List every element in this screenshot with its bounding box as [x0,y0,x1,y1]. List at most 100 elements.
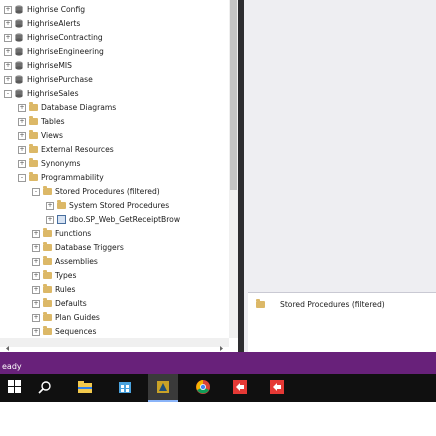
tree-node[interactable]: - Stored Procedures (filtered) [0,186,229,198]
tree-node[interactable]: + Highrise Config [0,4,229,16]
expand-icon[interactable]: + [4,76,12,84]
expand-icon[interactable]: + [32,314,40,322]
database-icon [15,19,23,28]
folder-icon [43,228,52,237]
red-app-button-2[interactable] [262,374,292,402]
tree-node[interactable]: - HighriseSales [0,88,229,100]
vertical-scroll-thumb[interactable] [230,0,237,190]
folder-icon [43,284,52,293]
expand-icon[interactable]: + [32,300,40,308]
tree-node-label: External Resources [41,145,114,154]
details-list: Stored Procedures (filtered) [248,292,436,353]
scroll-right-icon[interactable] [220,346,223,351]
scroll-left-icon[interactable] [6,346,9,351]
tree-node[interactable]: + Types [0,270,229,282]
database-icon [15,61,23,70]
tree-node[interactable]: + Rules [0,284,229,296]
folder-icon [29,172,38,181]
tree-node[interactable]: - Programmability [0,172,229,184]
red-app-icon [270,380,284,394]
database-icon [15,75,23,84]
folder-icon [43,270,52,279]
tree-node[interactable]: + System Stored Procedures [0,200,229,212]
expand-icon[interactable]: + [32,328,40,336]
sql-server-management-studio-button[interactable] [148,374,178,402]
details-item-label: Stored Procedures (filtered) [280,300,385,309]
expand-icon[interactable]: + [18,160,26,168]
tree-node[interactable]: + External Resources [0,144,229,156]
file-explorer-button[interactable] [70,374,100,402]
tree-node-label: Plan Guides [55,313,100,322]
search-button[interactable] [30,374,60,402]
tree-node[interactable]: + Plan Guides [0,312,229,324]
tree-node-label: Tables [41,117,65,126]
collapse-icon[interactable]: - [4,90,12,98]
expand-icon[interactable]: + [46,202,54,210]
horizontal-scroll-arrows[interactable] [0,344,229,352]
folder-icon [43,186,52,195]
tree-node[interactable]: + Defaults [0,298,229,310]
expand-icon[interactable]: + [18,146,26,154]
expand-icon[interactable]: + [32,286,40,294]
tree-node[interactable]: + Database Diagrams [0,102,229,114]
tree-node-label: Database Triggers [55,243,124,252]
object-explorer-horizontal-scrollbar[interactable] [0,338,229,351]
folder-icon [57,200,66,209]
tree-node[interactable]: + HighrisePurchase [0,74,229,86]
expand-icon[interactable]: + [46,216,54,224]
tree-node[interactable]: + HighriseMIS [0,60,229,72]
expand-icon[interactable]: + [4,20,12,28]
collapse-icon[interactable]: - [32,188,40,196]
expand-icon[interactable]: + [18,118,26,126]
tree-node[interactable]: + HighriseEngineering [0,46,229,58]
store-button[interactable] [110,374,140,402]
windows-icon [8,380,21,393]
tree-node[interactable]: + Functions [0,228,229,240]
expand-icon[interactable]: + [32,244,40,252]
expand-icon[interactable]: + [32,230,40,238]
sql-server-icon [157,381,169,393]
expand-icon[interactable]: + [4,62,12,70]
tree-node[interactable]: + HighriseContracting [0,32,229,44]
chrome-button[interactable] [188,374,218,402]
tree-node[interactable]: + Synonyms [0,158,229,170]
tree-node[interactable]: + HighriseAlerts [0,18,229,30]
folder-icon [43,326,52,335]
expand-icon[interactable]: + [4,48,12,56]
red-app-button-1[interactable] [225,374,255,402]
tree-node-label: Sequences [55,327,97,336]
tree-node-label: Types [55,271,77,280]
status-text: eady [2,362,22,371]
tree-node[interactable]: + dbo.SP_Web_GetReceiptBrow [0,214,229,226]
search-icon [38,381,51,394]
tree-node[interactable]: + Tables [0,116,229,128]
status-bar: eady [0,352,436,374]
start-button[interactable] [0,374,30,402]
tree-node-label: Rules [55,285,76,294]
expand-icon[interactable]: + [18,104,26,112]
tree-node-label: System Stored Procedures [69,201,170,210]
object-explorer-vertical-scrollbar[interactable] [229,0,238,338]
tree-node-label: HighriseAlerts [27,19,81,28]
tree-node-label: dbo.SP_Web_GetReceiptBrow [69,215,181,224]
tree-node-label: Stored Procedures (filtered) [55,187,160,196]
tree-node-label: Synonyms [41,159,81,168]
expand-icon[interactable]: + [4,34,12,42]
folder-icon [29,144,38,153]
folder-icon [43,298,52,307]
tree-node[interactable]: + Sequences [0,326,229,338]
expand-icon[interactable]: + [18,132,26,140]
file-explorer-icon [78,381,92,393]
tree-node[interactable]: + Views [0,130,229,142]
store-icon [119,382,131,393]
background-area [0,402,436,436]
expand-icon[interactable]: + [4,6,12,14]
tree-node[interactable]: + Assemblies [0,256,229,268]
folder-icon [43,256,52,265]
expand-icon[interactable]: + [32,258,40,266]
expand-icon[interactable]: + [32,272,40,280]
folder-icon [29,158,38,167]
collapse-icon[interactable]: - [18,174,26,182]
tree-node[interactable]: + Database Triggers [0,242,229,254]
database-icon [15,89,23,98]
